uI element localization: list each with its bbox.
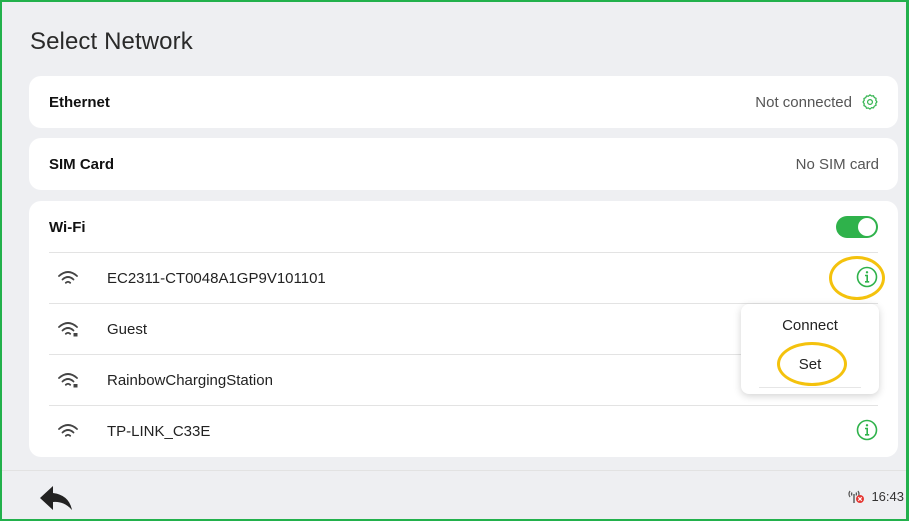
sim-card-card[interactable]: SIM Card No SIM card <box>29 138 898 190</box>
wifi-network-name: TP-LINK_C33E <box>107 422 211 440</box>
info-icon-highlight <box>829 256 885 300</box>
bottom-navigation-bar: 16:43 <box>2 470 906 518</box>
info-icon[interactable] <box>856 419 878 441</box>
popup-divider <box>759 387 861 388</box>
wifi-toggle[interactable] <box>836 216 878 238</box>
connect-menu-item[interactable]: Connect <box>741 317 879 334</box>
ethernet-status: Not connected <box>755 93 852 111</box>
sim-card-status: No SIM card <box>795 155 879 173</box>
sim-card-label: SIM Card <box>49 155 115 173</box>
toggle-knob <box>858 218 876 236</box>
back-arrow-icon[interactable] <box>38 484 74 512</box>
wifi-network-row[interactable]: EC2311-CT0048A1GP9V101101 <box>29 253 898 303</box>
wifi-icon <box>58 424 78 437</box>
gear-icon[interactable] <box>861 93 879 111</box>
ethernet-card[interactable]: Ethernet Not connected <box>29 76 898 128</box>
wifi-icon <box>58 271 78 284</box>
wifi-lock-icon <box>58 373 78 388</box>
wifi-network-name: Guest <box>107 320 148 338</box>
no-signal-icon <box>848 490 865 503</box>
clock-time: 16:43 <box>871 488 904 504</box>
ethernet-label: Ethernet <box>49 93 110 111</box>
wifi-network-name: RainbowChargingStation <box>107 371 273 389</box>
wifi-network-name: EC2311-CT0048A1GP9V101101 <box>107 269 326 287</box>
wifi-label: Wi-Fi <box>49 218 86 236</box>
set-highlight <box>777 342 847 386</box>
wifi-network-row[interactable]: TP-LINK_C33E <box>29 406 898 456</box>
page-title: Select Network <box>30 28 193 55</box>
status-area: 16:43 <box>847 488 904 504</box>
wifi-lock-icon <box>58 322 78 337</box>
